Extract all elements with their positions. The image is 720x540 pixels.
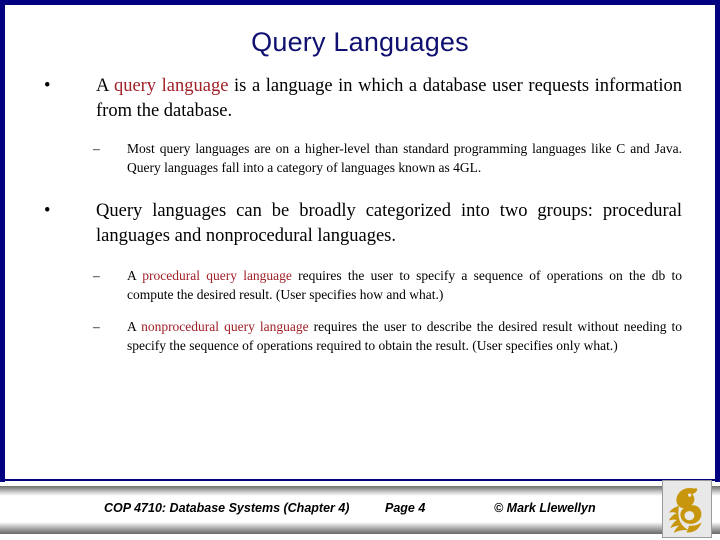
ucf-pegasus-logo (662, 480, 712, 538)
bullet-item-3: • Query languages can be broadly categor… (0, 199, 720, 249)
footer-gradient-bar-top (0, 486, 720, 496)
bullet-marker-level2-c: – (93, 319, 100, 334)
bullet-text-5-highlight: nonprocedural query language (141, 319, 309, 334)
bullet-text-5-pre: A (127, 319, 142, 334)
footer-course-label: COP 4710: Database Systems (Chapter 4) (104, 501, 350, 515)
slide-title: Query Languages (251, 27, 469, 57)
bullet-item-4: – A procedural query language requires t… (0, 267, 720, 304)
slide-canvas: Query Languages • A query language is a … (0, 0, 720, 540)
slide-border-bottom (5, 479, 715, 481)
footer-copyright: © Mark Llewellyn (494, 501, 596, 515)
bullet-marker-level1-b: • (44, 201, 51, 221)
bullet-item-1: • A query language is a language in whic… (0, 74, 720, 124)
footer-gradient-bar-bottom (0, 522, 720, 534)
bullet-item-5: – A nonprocedural query language require… (0, 318, 720, 355)
slide-body: • A query language is a language in whic… (0, 74, 720, 355)
bullet-marker-level1: • (44, 76, 51, 96)
bullet-text-1-highlight: query language (113, 76, 229, 96)
bullet-text-2: Most query languages are on a higher-lev… (127, 141, 682, 175)
bullet-text-3: Query languages can be broadly categoriz… (96, 201, 682, 246)
bullet-text-4-highlight: procedural query language (142, 268, 292, 283)
bullet-text-4-pre: A (127, 268, 143, 283)
bullet-item-2: – Most query languages are on a higher-l… (0, 140, 720, 177)
footer-bottom-edge (0, 534, 720, 540)
bullet-marker-level2-b: – (93, 268, 100, 283)
footer-page-number: Page 4 (385, 501, 426, 515)
slide-border-top (0, 0, 720, 5)
bullet-marker-level2: – (93, 141, 100, 156)
bullet-text-1-pre: A (96, 76, 114, 96)
